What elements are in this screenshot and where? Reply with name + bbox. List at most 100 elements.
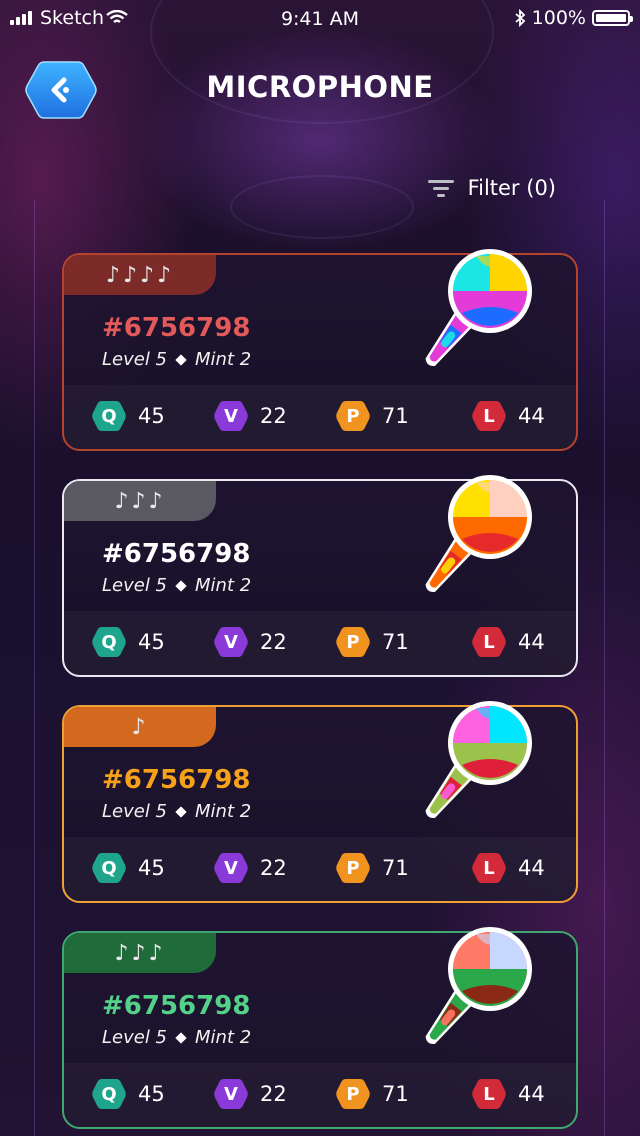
stat-v: V 22 (214, 1077, 287, 1111)
stat-v-badge-icon: V (214, 1077, 248, 1111)
stat-p-badge-icon: P (336, 399, 370, 433)
stat-v-letter: V (224, 405, 238, 427)
stat-l-badge-icon: L (472, 1077, 506, 1111)
level-label: Level 5 (102, 801, 168, 822)
item-code: #6756798 (102, 539, 251, 569)
item-meta: Level 5 Mint 2 (102, 801, 251, 822)
stat-p-letter: P (346, 857, 360, 879)
rarity-tab: ♪ (64, 707, 216, 747)
stat-q-badge-icon: Q (92, 851, 126, 885)
stat-q-letter: Q (101, 405, 117, 427)
rarity-tab: ♪♪♪♪ (64, 255, 216, 295)
stat-q: Q 45 (92, 399, 165, 433)
microphone-icon (410, 699, 538, 823)
stat-p-value: 71 (382, 1082, 409, 1106)
stat-p-value: 71 (382, 856, 409, 880)
rarity-tab: ♪♪♪ (64, 933, 216, 973)
stat-v: V 22 (214, 399, 287, 433)
stat-v-value: 22 (260, 630, 287, 654)
stat-p-value: 71 (382, 404, 409, 428)
stat-q: Q 45 (92, 1077, 165, 1111)
stat-q-badge-icon: Q (92, 399, 126, 433)
stat-q-value: 45 (138, 1082, 165, 1106)
stat-p-value: 71 (382, 630, 409, 654)
stat-q-badge-icon: Q (92, 1077, 126, 1111)
diamond-icon (175, 353, 187, 366)
item-code: #6756798 (102, 313, 251, 343)
stat-v: V 22 (214, 851, 287, 885)
rarity-notes: ♪ (131, 714, 149, 740)
level-label: Level 5 (102, 349, 168, 370)
stat-v-value: 22 (260, 404, 287, 428)
stat-q: Q 45 (92, 625, 165, 659)
stat-q-value: 45 (138, 856, 165, 880)
microphone-icon (410, 925, 538, 1049)
background-beam (604, 200, 605, 1136)
stat-l: L 44 (472, 399, 545, 433)
stat-l: L 44 (472, 1077, 545, 1111)
rarity-notes: ♪♪♪ (114, 488, 166, 514)
filter-lines-icon (427, 180, 454, 197)
stat-v-badge-icon: V (214, 399, 248, 433)
stat-l-badge-icon: L (472, 851, 506, 885)
mint-label: Mint 2 (195, 575, 252, 596)
filter-label: Filter (0) (467, 176, 556, 200)
stat-l-value: 44 (518, 630, 545, 654)
stat-l-value: 44 (518, 1082, 545, 1106)
battery-icon (592, 10, 633, 26)
stat-l-letter: L (483, 857, 495, 879)
stat-l: L 44 (472, 851, 545, 885)
mint-label: Mint 2 (195, 349, 252, 370)
diamond-icon (175, 1031, 187, 1044)
diamond-icon (175, 579, 187, 592)
background-ring (230, 175, 414, 239)
microphone-card[interactable]: ♪ #6756798 Level 5 Mint 2 Q 45 V 22 P 71 L 44 (62, 701, 578, 903)
item-meta: Level 5 Mint 2 (102, 1027, 251, 1048)
stat-q-badge-icon: Q (92, 625, 126, 659)
battery-percent: 100% (531, 7, 586, 29)
background-beam (34, 200, 35, 1136)
diamond-icon (175, 805, 187, 818)
filter-button[interactable]: Filter (0) (427, 176, 556, 200)
stat-q-value: 45 (138, 404, 165, 428)
bluetooth-icon (515, 9, 525, 27)
stat-v-badge-icon: V (214, 851, 248, 885)
rarity-tab: ♪♪♪ (64, 481, 216, 521)
item-meta: Level 5 Mint 2 (102, 575, 251, 596)
stat-q-value: 45 (138, 630, 165, 654)
stat-q-letter: Q (101, 631, 117, 653)
stat-l-value: 44 (518, 856, 545, 880)
mint-label: Mint 2 (195, 801, 252, 822)
item-meta: Level 5 Mint 2 (102, 349, 251, 370)
level-label: Level 5 (102, 575, 168, 596)
stat-q-letter: Q (101, 1083, 117, 1105)
stat-p: P 71 (336, 851, 409, 885)
item-code: #6756798 (102, 765, 251, 795)
stat-v-letter: V (224, 631, 238, 653)
stat-q-letter: Q (101, 857, 117, 879)
status-bar: Sketch 9:41 AM 100% (0, 0, 640, 40)
stat-p-letter: P (346, 1083, 360, 1105)
stat-p: P 71 (336, 399, 409, 433)
item-code: #6756798 (102, 991, 251, 1021)
stat-p-letter: P (346, 405, 360, 427)
stat-p-badge-icon: P (336, 851, 370, 885)
stat-l-badge-icon: L (472, 625, 506, 659)
microphone-card[interactable]: ♪♪♪ #6756798 Level 5 Mint 2 Q 45 V 22 P 71 L 44 (62, 927, 578, 1129)
stat-v-letter: V (224, 857, 238, 879)
stat-p-letter: P (346, 631, 360, 653)
stat-l: L 44 (472, 625, 545, 659)
stat-l-letter: L (483, 1083, 495, 1105)
stat-v-letter: V (224, 1083, 238, 1105)
microphone-card[interactable]: ♪♪♪♪ #6756798 Level 5 Mint 2 Q 45 V 22 P 71 L 44 (62, 249, 578, 451)
microphone-card[interactable]: ♪♪♪ #6756798 Level 5 Mint 2 Q 45 V 22 P 71 L 44 (62, 475, 578, 677)
level-label: Level 5 (102, 1027, 168, 1048)
stat-v-badge-icon: V (214, 625, 248, 659)
stat-p: P 71 (336, 1077, 409, 1111)
stat-l-badge-icon: L (472, 399, 506, 433)
mint-label: Mint 2 (195, 1027, 252, 1048)
stat-q: Q 45 (92, 851, 165, 885)
stat-p-badge-icon: P (336, 1077, 370, 1111)
stat-v: V 22 (214, 625, 287, 659)
stat-p-badge-icon: P (336, 625, 370, 659)
